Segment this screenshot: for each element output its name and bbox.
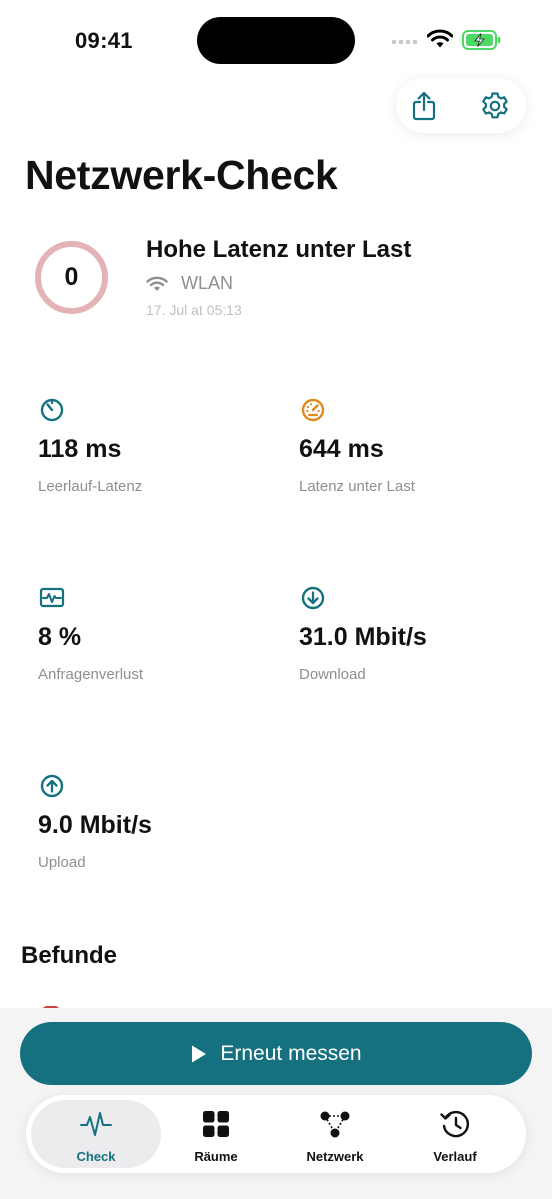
metric-value: 118 ms: [38, 435, 122, 463]
remeasure-label: Erneut messen: [220, 1041, 362, 1065]
score-ring: 0: [35, 241, 108, 314]
metric-label: Download: [299, 666, 366, 683]
tab-label: Räume: [194, 1149, 238, 1164]
metric-label: Anfragenverlust: [38, 666, 144, 683]
score-value: 0: [64, 263, 79, 291]
metric-value: 8 %: [38, 623, 82, 651]
network-label: WLAN: [181, 273, 234, 293]
metric-value: 9.0 Mbit/s: [38, 811, 152, 839]
upload-arrow-icon: [40, 774, 64, 798]
wifi-icon: [146, 276, 168, 291]
status-bar: 09:41: [0, 0, 552, 80]
history-clock-icon: [440, 1110, 470, 1138]
remeasure-button[interactable]: Erneut messen: [20, 1022, 532, 1085]
top-actions: [396, 78, 526, 133]
share-button[interactable]: [407, 89, 441, 123]
cellular-signal-icon: [392, 40, 417, 44]
battery-charging-icon: [462, 30, 501, 50]
network-nodes-icon: [320, 1111, 350, 1138]
play-icon: [192, 1045, 207, 1062]
findings-heading: Befunde: [21, 942, 117, 969]
download-arrow-icon: [301, 586, 325, 610]
tab-history[interactable]: Verlauf: [390, 1100, 520, 1168]
tab-label: Netzwerk: [306, 1149, 364, 1164]
speedometer-icon: [301, 398, 325, 422]
tab-bar: Check Räume Netzwerk Verlauf: [26, 1095, 526, 1173]
gear-icon: [482, 92, 508, 119]
grid-icon: [203, 1111, 229, 1137]
tab-check[interactable]: Check: [31, 1100, 161, 1168]
metric-value: 31.0 Mbit/s: [299, 623, 427, 651]
metric-label: Leerlauf-Latenz: [38, 478, 143, 495]
tab-rooms[interactable]: Räume: [151, 1100, 281, 1168]
summary-title: Hohe Latenz unter Last: [146, 236, 412, 263]
metric-value: 644 ms: [299, 435, 384, 463]
timer-icon: [40, 398, 64, 422]
tab-label: Check: [76, 1149, 116, 1164]
measurement-timestamp: 17. Jul at 05:13: [146, 302, 242, 318]
network-type: WLAN: [146, 273, 233, 294]
tab-label: Verlauf: [433, 1149, 477, 1164]
settings-button[interactable]: [478, 89, 512, 123]
activity-monitor-icon: [39, 587, 65, 608]
wifi-status-icon: [427, 29, 453, 48]
metric-label: Latenz unter Last: [299, 478, 415, 495]
pulse-icon: [80, 1112, 112, 1136]
metric-label: Upload: [38, 854, 86, 871]
page-title: Netzwerk-Check: [25, 152, 338, 198]
tab-network[interactable]: Netzwerk: [270, 1100, 400, 1168]
share-icon: [412, 91, 436, 121]
status-time: 09:41: [75, 28, 133, 53]
dynamic-island: [197, 17, 355, 64]
